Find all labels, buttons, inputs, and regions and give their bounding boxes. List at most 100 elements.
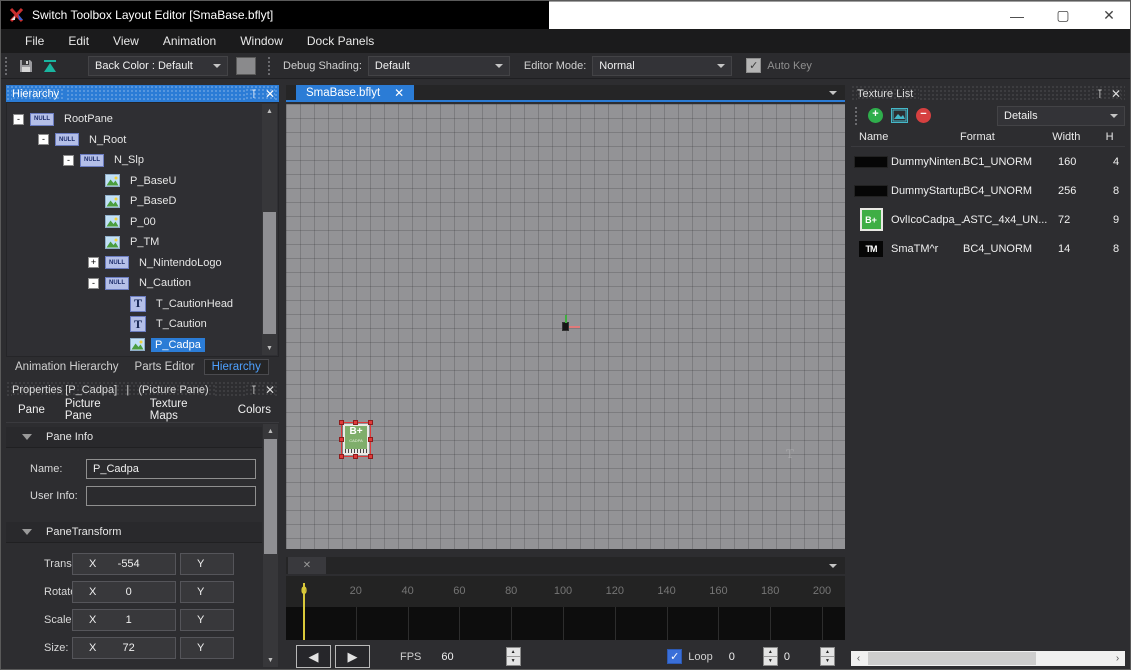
collapse-icon[interactable]: -	[38, 134, 49, 145]
save-icon[interactable]	[17, 57, 35, 75]
resize-handle[interactable]	[368, 420, 373, 425]
tree-node-n_root[interactable]: -NULLN_Root	[7, 130, 278, 151]
resize-handle[interactable]	[368, 437, 373, 442]
loop-start-value[interactable]: 0	[729, 651, 735, 663]
fps-stepper[interactable]: ▲▼	[506, 647, 521, 666]
transform-y-input[interactable]: Y	[180, 637, 234, 659]
transform-x-input[interactable]: X0	[72, 581, 176, 603]
prev-frame-button[interactable]: ◀	[296, 645, 331, 668]
tree-node-p_cadpa[interactable]: P_Cadpa	[7, 335, 278, 356]
tree-node-t_cautionhead[interactable]: TT_CautionHead	[7, 294, 278, 315]
scroll-up-icon[interactable]: ▲	[262, 104, 277, 118]
playhead[interactable]	[303, 583, 305, 640]
resize-handle[interactable]	[339, 437, 344, 442]
scroll-down-icon[interactable]: ▼	[262, 341, 277, 355]
maximize-button[interactable]: ▢	[1040, 2, 1086, 29]
timeline-ruler[interactable]: 020406080100120140160180200	[286, 576, 845, 607]
transform-tool-icon[interactable]	[41, 57, 59, 75]
timeline-track[interactable]	[286, 607, 845, 640]
scrollbar-thumb[interactable]	[868, 652, 1036, 665]
tree-node-p_00[interactable]: P_00	[7, 212, 278, 233]
resize-handle[interactable]	[353, 420, 358, 425]
timeline-tab-close[interactable]: ✕	[288, 557, 326, 574]
scrollbar-thumb[interactable]	[264, 439, 277, 554]
view-texture-button[interactable]	[891, 108, 908, 123]
texture-row-dummystartup-[interactable]: DummyStartup...BC4_UNORM2568	[851, 176, 1125, 205]
fps-value[interactable]: 60	[441, 651, 453, 663]
loop-end-value[interactable]: 0	[784, 651, 790, 663]
name-input[interactable]: P_Cadpa	[86, 459, 256, 479]
hierarchy-caption[interactable]: Hierarchy ⊺ ✕	[6, 85, 279, 102]
origin-gizmo[interactable]	[562, 322, 569, 331]
collapse-icon[interactable]: -	[88, 278, 99, 289]
collapse-icon[interactable]: -	[13, 114, 24, 125]
column-header-name[interactable]: Name	[851, 131, 960, 143]
remove-texture-button[interactable]: −	[916, 108, 931, 123]
collapse-icon[interactable]: -	[63, 155, 74, 166]
resize-handle[interactable]	[353, 454, 358, 459]
loop-start-stepper[interactable]: ▲▼	[763, 647, 778, 666]
pane-transform-header[interactable]: PaneTransform	[6, 522, 262, 543]
tab-parts-editor[interactable]: Parts Editor	[128, 360, 202, 374]
transform-x-input[interactable]: X1	[72, 609, 176, 631]
add-texture-button[interactable]: +	[868, 108, 883, 123]
toolbar-grip-2[interactable]	[268, 57, 273, 75]
menu-dock-panels[interactable]: Dock Panels	[295, 34, 386, 48]
document-tab[interactable]: SmaBase.bflyt ✕	[296, 85, 414, 100]
tree-node-n_nintendologo[interactable]: +NULLN_NintendoLogo	[7, 253, 278, 274]
pin-icon[interactable]: ⊺	[251, 384, 257, 396]
column-header-h[interactable]: H	[1106, 131, 1125, 143]
menu-animation[interactable]: Animation	[151, 34, 228, 48]
tree-node-rootpane[interactable]: -NULLRootPane	[7, 109, 278, 130]
loop-end-stepper[interactable]: ▲▼	[820, 647, 835, 666]
scroll-down-icon[interactable]: ▼	[263, 653, 278, 667]
scrollbar-thumb[interactable]	[263, 212, 276, 334]
tree-node-p_based[interactable]: P_BaseD	[7, 191, 278, 212]
toolbar-grip[interactable]	[5, 57, 10, 75]
minimize-button[interactable]: —	[994, 2, 1040, 29]
transform-y-input[interactable]: Y	[180, 581, 234, 603]
transform-x-input[interactable]: X-554	[72, 553, 176, 575]
next-frame-button[interactable]: ▶	[335, 645, 370, 668]
resize-handle[interactable]	[339, 420, 344, 425]
menu-view[interactable]: View	[101, 34, 151, 48]
tree-node-p_tm[interactable]: P_TM	[7, 232, 278, 253]
view-mode-combo[interactable]: Details	[997, 106, 1125, 126]
expand-icon[interactable]: +	[88, 257, 99, 268]
close-icon[interactable]: ✕	[394, 87, 404, 99]
transform-y-input[interactable]: Y	[180, 609, 234, 631]
menu-window[interactable]: Window	[228, 34, 295, 48]
resize-handle[interactable]	[339, 454, 344, 459]
close-icon[interactable]: ✕	[265, 88, 275, 100]
back-color-swatch[interactable]	[236, 57, 256, 75]
pin-icon[interactable]: ⊺	[1097, 88, 1103, 100]
chevron-down-icon[interactable]	[829, 564, 837, 568]
layout-viewport[interactable]: B+ CADPA T	[286, 104, 845, 549]
scroll-left-icon[interactable]: ‹	[851, 653, 866, 664]
pane-info-header[interactable]: Pane Info	[6, 427, 262, 448]
user-info-input[interactable]	[86, 486, 256, 506]
toolbar-grip[interactable]	[855, 107, 860, 125]
auto-key-checkbox[interactable]: ✓	[746, 58, 761, 73]
editor-mode-combo[interactable]: Normal	[592, 56, 732, 76]
properties-scrollbar[interactable]: ▲ ▼	[263, 424, 278, 667]
tab-animation-hierarchy[interactable]: Animation Hierarchy	[8, 360, 126, 374]
column-header-format[interactable]: Format	[960, 131, 1052, 143]
resize-handle[interactable]	[368, 454, 373, 459]
tab-pane[interactable]: Pane	[10, 402, 53, 418]
close-icon[interactable]: ✕	[1111, 88, 1121, 100]
scroll-up-icon[interactable]: ▲	[263, 424, 278, 438]
close-icon[interactable]: ✕	[265, 384, 275, 396]
close-button[interactable]: ✕	[1086, 2, 1131, 29]
texture-row-ovlicocadpa-[interactable]: B+OvlIcoCadpa_...ASTC_4x4_UN...729	[851, 205, 1125, 234]
scroll-right-icon[interactable]: ›	[1110, 653, 1125, 664]
menu-edit[interactable]: Edit	[56, 34, 101, 48]
texture-list-caption[interactable]: Texture List ⊺ ✕	[851, 85, 1125, 102]
tab-texture-maps[interactable]: Texture Maps	[142, 396, 226, 424]
menu-file[interactable]: File	[13, 34, 56, 48]
debug-shading-combo[interactable]: Default	[368, 56, 510, 76]
pin-icon[interactable]: ⊺	[251, 88, 257, 100]
texture-row-smatm-r[interactable]: TMSmaTM^rBC4_UNORM148	[851, 234, 1125, 263]
column-header-width[interactable]: Width	[1052, 131, 1105, 143]
tab-hierarchy[interactable]: Hierarchy	[204, 359, 269, 375]
